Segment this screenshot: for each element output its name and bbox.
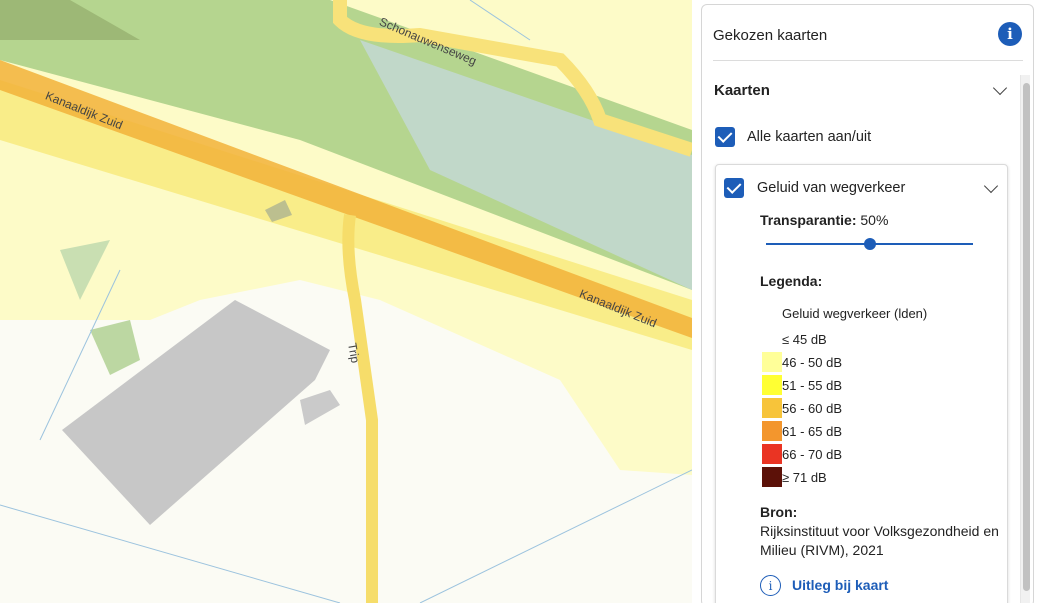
panel-title: Gekozen kaarten	[713, 27, 828, 44]
green-patch	[90, 320, 140, 375]
legend-label: 46 - 50 dB	[782, 355, 842, 370]
transparency-value: 50%	[860, 212, 889, 228]
source-text: Rijksinstituut voor Volksgezondheid en M…	[760, 523, 999, 558]
chosen-maps-panel: Gekozen kaarten i Kaarten Alle kaarten a…	[701, 4, 1034, 603]
legend-item: 66 - 70 dB	[762, 444, 962, 464]
legend-swatch	[762, 421, 782, 441]
legend-item: 56 - 60 dB	[762, 398, 962, 418]
toggle-all-label[interactable]: Alle kaarten aan/uit	[747, 129, 871, 145]
source-title: Bron:	[760, 504, 798, 520]
chevron-down-icon[interactable]	[992, 80, 1008, 96]
legend-swatch	[762, 352, 782, 372]
layer-name[interactable]: Geluid van wegverkeer	[757, 180, 905, 196]
scrollbar-thumb[interactable]	[1023, 83, 1030, 591]
field-line	[0, 504, 341, 603]
toggle-all-checkbox[interactable]	[715, 127, 735, 147]
chevron-down-icon[interactable]	[983, 178, 999, 194]
info-icon[interactable]: i	[998, 22, 1022, 46]
legend-label: 61 - 65 dB	[782, 424, 842, 439]
legend-item: ≤ 45 dB	[762, 329, 962, 349]
layer-card-road-noise: Geluid van wegverkeer Transparantie: 50%…	[715, 164, 1008, 603]
legend-label: 56 - 60 dB	[782, 401, 842, 416]
legend-label: 66 - 70 dB	[782, 447, 842, 462]
section-title-kaarten: Kaarten	[714, 82, 770, 99]
legend-swatch	[762, 398, 782, 418]
divider	[713, 60, 1023, 61]
legend-title: Legenda:	[760, 273, 823, 289]
legend-item: 61 - 65 dB	[762, 421, 962, 441]
legend-item: ≥ 71 dB	[762, 467, 962, 487]
scrollbar[interactable]	[1020, 75, 1030, 603]
legend-label: ≥ 71 dB	[782, 470, 827, 485]
building-small	[300, 390, 340, 425]
explain-map-link-label[interactable]: Uitleg bij kaart	[792, 577, 888, 593]
legend-label: 51 - 55 dB	[782, 378, 842, 393]
info-circle-icon: i	[760, 575, 781, 596]
slider-handle[interactable]	[863, 238, 876, 250]
transparency-slider[interactable]	[766, 238, 973, 250]
legend-heading: Geluid wegverkeer (lden)	[782, 306, 928, 321]
legend-swatch	[762, 467, 782, 487]
legend-label: ≤ 45 dB	[782, 332, 827, 347]
map-view[interactable]: Schonauwenseweg Kanaaldijk Zuid Kanaaldi…	[0, 0, 692, 603]
legend-item: 46 - 50 dB	[762, 352, 962, 372]
layer-checkbox[interactable]	[724, 178, 744, 198]
legend-swatch	[762, 444, 782, 464]
legend-swatch	[762, 329, 782, 349]
legend-item: 51 - 55 dB	[762, 375, 962, 395]
transparency-label: Transparantie: 50%	[760, 212, 889, 228]
field-line	[419, 469, 692, 603]
legend-swatch	[762, 375, 782, 395]
